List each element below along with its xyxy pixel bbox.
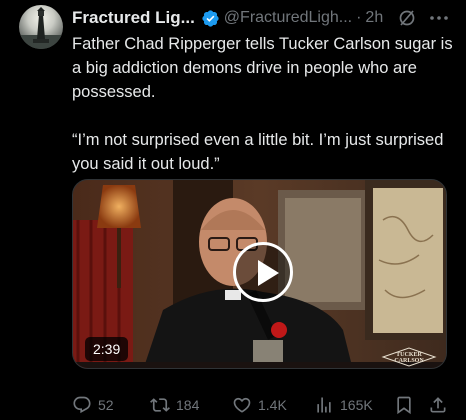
avatar[interactable] — [19, 5, 63, 49]
reply-button[interactable]: 52 — [72, 394, 114, 416]
play-button[interactable] — [233, 242, 293, 302]
views-icon — [317, 397, 331, 413]
like-button[interactable]: 1.4K — [232, 394, 287, 416]
like-count: 1.4K — [258, 397, 287, 413]
share-icon — [430, 397, 446, 413]
reply-icon — [73, 396, 91, 414]
separator-dot: · — [356, 9, 362, 26]
reply-count: 52 — [98, 397, 114, 413]
tweet-header: Fractured Lig... @FracturedLigh... · 2h — [72, 7, 383, 29]
tucker-carlson-show-logo: TUCKER CARLSON — [381, 346, 437, 368]
timestamp[interactable]: 2h — [365, 9, 383, 27]
grok-icon[interactable] — [397, 8, 417, 28]
display-name[interactable]: Fractured Lig... — [72, 8, 195, 28]
action-bar: 52 184 1.4K 165K — [72, 394, 452, 416]
bookmark-icon — [397, 396, 411, 415]
views-button[interactable]: 165K — [314, 394, 373, 416]
play-icon — [258, 260, 279, 286]
share-button[interactable] — [428, 394, 454, 416]
tweet-text-paragraph-2: “I’m not surprised even a little bit. I’… — [72, 131, 444, 173]
svg-text:CARLSON: CARLSON — [394, 358, 424, 364]
lighthouse-avatar-image — [19, 7, 63, 49]
bookmark-button[interactable] — [394, 394, 420, 416]
like-icon — [233, 397, 251, 413]
repost-count: 184 — [176, 397, 200, 413]
tweet-text: Father Chad Ripperger tells Tucker Carls… — [72, 32, 458, 176]
video-duration: 2:39 — [85, 337, 129, 361]
tweet-text-paragraph-1: Father Chad Ripperger tells Tucker Carls… — [72, 35, 453, 101]
video-player[interactable]: 2:39 TUCKER CARLSON — [72, 179, 447, 369]
handle[interactable]: @FracturedLigh... — [224, 9, 352, 27]
verified-badge-icon — [201, 9, 220, 28]
repost-icon — [150, 398, 170, 412]
repost-button[interactable]: 184 — [150, 394, 199, 416]
views-count: 165K — [340, 397, 373, 413]
more-icon[interactable] — [427, 8, 451, 28]
